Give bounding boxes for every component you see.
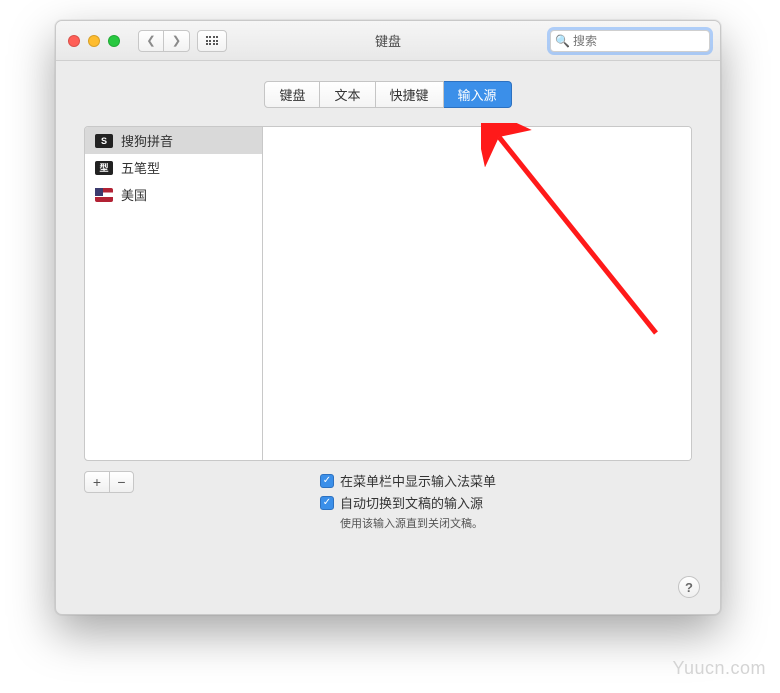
search-field-wrap[interactable]: 🔍 ✕ — [550, 30, 710, 52]
chevron-right-icon: ❯ — [172, 34, 181, 47]
sougou-icon: S — [95, 134, 113, 148]
show-all-button[interactable] — [197, 30, 227, 52]
preferences-window: ❮ ❯ 键盘 🔍 ✕ 键盘 文本 快捷键 输入源 — [55, 20, 721, 615]
checkbox-checked-icon[interactable]: ✓ — [320, 496, 334, 510]
zoom-icon[interactable] — [108, 35, 120, 47]
back-button[interactable]: ❮ — [138, 30, 164, 52]
chevron-left-icon: ❮ — [146, 34, 155, 47]
forward-button[interactable]: ❯ — [164, 30, 190, 52]
option-hint: 使用该输入源直到关闭文稿。 — [340, 515, 496, 531]
us-flag-icon — [95, 188, 113, 202]
checkbox-row[interactable]: ✓ 自动切换到文稿的输入源 — [320, 493, 496, 512]
checkbox-row[interactable]: ✓ 在菜单栏中显示输入法菜单 — [320, 471, 496, 490]
checkbox-label: 自动切换到文稿的输入源 — [340, 493, 483, 512]
content-area: 键盘 文本 快捷键 输入源 S 搜狗拼音 型 五笔型 美国 — [56, 61, 720, 547]
input-source-label: 美国 — [121, 185, 147, 204]
list-item[interactable]: 美国 — [85, 181, 262, 208]
help-button[interactable]: ? — [678, 576, 700, 598]
titlebar: ❮ ❯ 键盘 🔍 ✕ — [56, 21, 720, 61]
wubi-icon: 型 — [95, 161, 113, 175]
tab-text[interactable]: 文本 — [320, 81, 375, 108]
input-source-label: 五笔型 — [121, 158, 160, 177]
remove-source-button[interactable]: − — [109, 472, 133, 492]
list-item[interactable]: 型 五笔型 — [85, 154, 262, 181]
checkbox-label: 在菜单栏中显示输入法菜单 — [340, 471, 496, 490]
nav-buttons: ❮ ❯ — [138, 30, 190, 52]
search-input[interactable] — [573, 34, 721, 48]
watermark: Yuucn.com — [672, 658, 766, 679]
input-sources-panel: S 搜狗拼音 型 五笔型 美国 — [84, 126, 692, 461]
search-icon: 🔍 — [555, 34, 570, 48]
add-remove-group: + − — [84, 471, 134, 493]
options-group: ✓ 在菜单栏中显示输入法菜单 ✓ 自动切换到文稿的输入源 使用该输入源直到关闭文… — [320, 471, 496, 531]
input-source-label: 搜狗拼音 — [121, 131, 173, 150]
add-source-button[interactable]: + — [85, 472, 109, 492]
minimize-icon[interactable] — [88, 35, 100, 47]
checkbox-checked-icon[interactable]: ✓ — [320, 474, 334, 488]
list-item[interactable]: S 搜狗拼音 — [85, 127, 262, 154]
close-icon[interactable] — [68, 35, 80, 47]
tab-bar: 键盘 文本 快捷键 输入源 — [84, 81, 692, 108]
tab-keyboard[interactable]: 键盘 — [264, 81, 320, 108]
keyboard-preview-area — [263, 127, 691, 460]
tab-shortcuts[interactable]: 快捷键 — [376, 81, 444, 108]
tab-input-sources[interactable]: 输入源 — [444, 81, 512, 108]
grid-icon — [206, 36, 219, 45]
bottom-controls: + − ✓ 在菜单栏中显示输入法菜单 ✓ 自动切换到文稿的输入源 使用该输入源直… — [84, 471, 692, 531]
traffic-lights — [68, 35, 120, 47]
input-source-list[interactable]: S 搜狗拼音 型 五笔型 美国 — [85, 127, 263, 460]
